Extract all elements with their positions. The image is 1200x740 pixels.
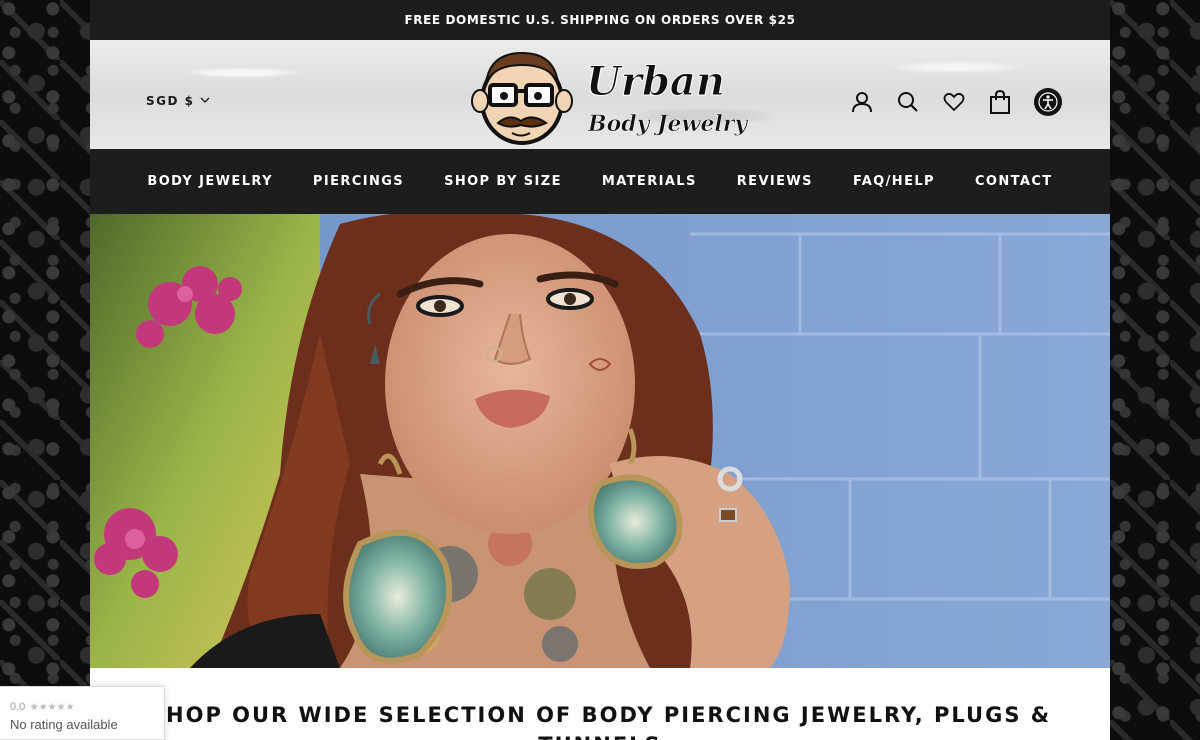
header-icons — [850, 88, 1062, 116]
wishlist-heart-icon[interactable] — [942, 90, 966, 114]
site-header: SGD $ Urban Body Jewelry — [90, 40, 1110, 149]
side-pattern-left — [0, 0, 90, 740]
currency-label: SGD $ — [146, 94, 195, 108]
accessibility-icon[interactable] — [1034, 88, 1062, 116]
announcement-bar: FREE DOMESTIC U.S. SHIPPING ON ORDERS OV… — [90, 0, 1110, 40]
cart-bag-icon[interactable] — [988, 90, 1012, 114]
rating-score: 0.0 — [10, 701, 26, 713]
svg-text:Urban: Urban — [586, 58, 725, 105]
nav-shop-by-size[interactable]: SHOP BY SIZE — [444, 174, 562, 189]
nav-body-jewelry[interactable]: BODY JEWELRY — [147, 174, 272, 189]
nav-faq-help[interactable]: FAQ/HELP — [853, 174, 935, 189]
site-logo[interactable]: Urban Body Jewelry — [460, 43, 750, 147]
currency-selector[interactable]: SGD $ — [146, 94, 210, 108]
nav-materials[interactable]: MATERIALS — [602, 174, 697, 189]
hero-banner-image[interactable] — [90, 214, 1110, 668]
rating-stars-icon: ★★★★★ — [29, 702, 75, 713]
nav-reviews[interactable]: REVIEWS — [737, 174, 813, 189]
page: FREE DOMESTIC U.S. SHIPPING ON ORDERS OV… — [90, 0, 1110, 740]
svg-text:Body Jewelry: Body Jewelry — [587, 111, 749, 137]
mascot-icon — [471, 51, 573, 145]
chevron-down-icon — [200, 96, 210, 107]
nav-piercings[interactable]: PIERCINGS — [313, 174, 404, 189]
nav-contact[interactable]: CONTACT — [975, 174, 1053, 189]
main-nav: BODY JEWELRY PIERCINGS SHOP BY SIZE MATE… — [90, 149, 1110, 214]
account-icon[interactable] — [850, 90, 874, 114]
rating-text: No rating available — [10, 717, 118, 732]
search-icon[interactable] — [896, 90, 920, 114]
side-pattern-right — [1110, 0, 1200, 740]
rating-badge[interactable]: 0.0 ★★★★★ No rating available — [0, 686, 165, 740]
page-headline: SHOP OUR WIDE SELECTION OF BODY PIERCING… — [148, 703, 1052, 740]
announcement-text: FREE DOMESTIC U.S. SHIPPING ON ORDERS OV… — [404, 13, 796, 27]
